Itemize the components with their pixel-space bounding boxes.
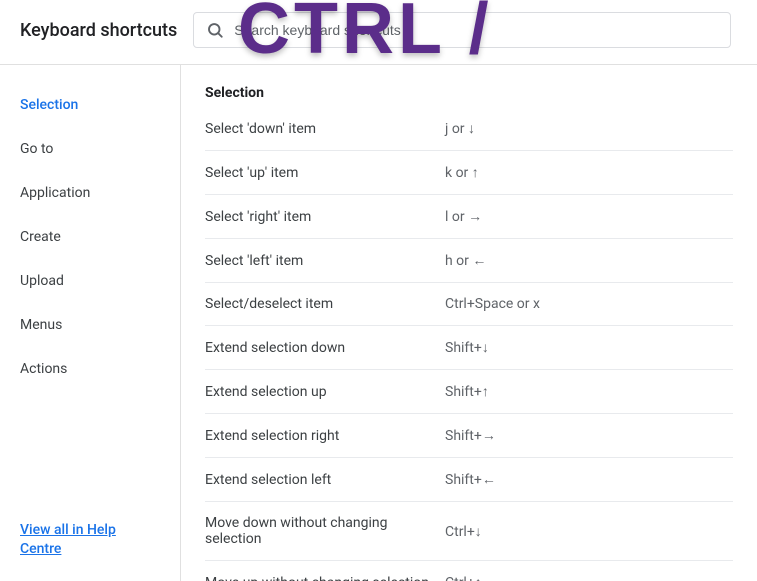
shortcut-description: Extend selection up	[205, 384, 445, 400]
shortcut-description: Select 'down' item	[205, 121, 445, 137]
sidebar-item-application[interactable]: Application	[0, 173, 180, 213]
shortcut-description: Select 'right' item	[205, 209, 445, 225]
shortcut-description: Move down without changing selection	[205, 515, 445, 547]
shortcut-description: Extend selection left	[205, 472, 445, 488]
shortcut-key: j or ↓	[445, 120, 475, 137]
shortcut-key: Ctrl+Space or x	[445, 296, 540, 312]
header: Keyboard shortcuts	[0, 0, 757, 64]
shortcut-row: Select/deselect itemCtrl+Space or x	[205, 283, 733, 326]
shortcut-list: Select 'down' itemj or ↓Select 'up' item…	[205, 107, 733, 581]
shortcut-description: Extend selection down	[205, 340, 445, 356]
search-box[interactable]	[193, 12, 731, 48]
shortcut-key: Shift+→	[445, 427, 496, 444]
shortcut-row: Extend selection leftShift+←	[205, 458, 733, 502]
shortcut-description: Select 'up' item	[205, 165, 445, 181]
shortcut-row: Select 'down' itemj or ↓	[205, 107, 733, 151]
sidebar: SelectionGo toApplicationCreateUploadMen…	[0, 65, 181, 581]
search-input[interactable]	[234, 22, 718, 38]
shortcut-key: Shift+←	[445, 471, 496, 488]
shortcut-row: Move up without changing selectionCtrl+↑	[205, 561, 733, 581]
search-icon	[206, 21, 224, 39]
shortcut-key: l or →	[445, 208, 482, 225]
body: SelectionGo toApplicationCreateUploadMen…	[0, 65, 757, 581]
shortcut-row: Select 'up' itemk or ↑	[205, 151, 733, 195]
shortcut-key: k or ↑	[445, 164, 479, 181]
shortcut-row: Extend selection upShift+↑	[205, 370, 733, 414]
shortcut-row: Move down without changing selectionCtrl…	[205, 502, 733, 561]
sidebar-item-actions[interactable]: Actions	[0, 349, 180, 389]
shortcut-description: Select/deselect item	[205, 296, 445, 312]
shortcut-key: Ctrl+↓	[445, 523, 482, 540]
help-centre-link[interactable]: View all in Help Centre	[20, 522, 116, 557]
sidebar-item-menus[interactable]: Menus	[0, 305, 180, 345]
shortcut-key: Shift+↑	[445, 383, 489, 400]
sidebar-item-upload[interactable]: Upload	[0, 261, 180, 301]
sidebar-item-create[interactable]: Create	[0, 217, 180, 257]
content: Selection Select 'down' itemj or ↓Select…	[181, 65, 757, 581]
shortcut-description: Select 'left' item	[205, 253, 445, 269]
shortcut-row: Select 'left' itemh or ←	[205, 239, 733, 283]
page-title: Keyboard shortcuts	[20, 20, 177, 41]
shortcut-key: Shift+↓	[445, 339, 489, 356]
shortcut-key: Ctrl+↑	[445, 574, 482, 581]
shortcut-row: Extend selection downShift+↓	[205, 326, 733, 370]
shortcut-row: Select 'right' iteml or →	[205, 195, 733, 239]
section-title: Selection	[205, 85, 733, 101]
sidebar-item-selection[interactable]: Selection	[0, 85, 180, 125]
sidebar-footer: View all in Help Centre	[0, 505, 180, 581]
sidebar-item-go-to[interactable]: Go to	[0, 129, 180, 169]
shortcut-row: Extend selection rightShift+→	[205, 414, 733, 458]
shortcut-description: Extend selection right	[205, 428, 445, 444]
shortcut-key: h or ←	[445, 252, 486, 269]
sidebar-items: SelectionGo toApplicationCreateUploadMen…	[0, 85, 180, 505]
shortcut-description: Move up without changing selection	[205, 575, 445, 581]
